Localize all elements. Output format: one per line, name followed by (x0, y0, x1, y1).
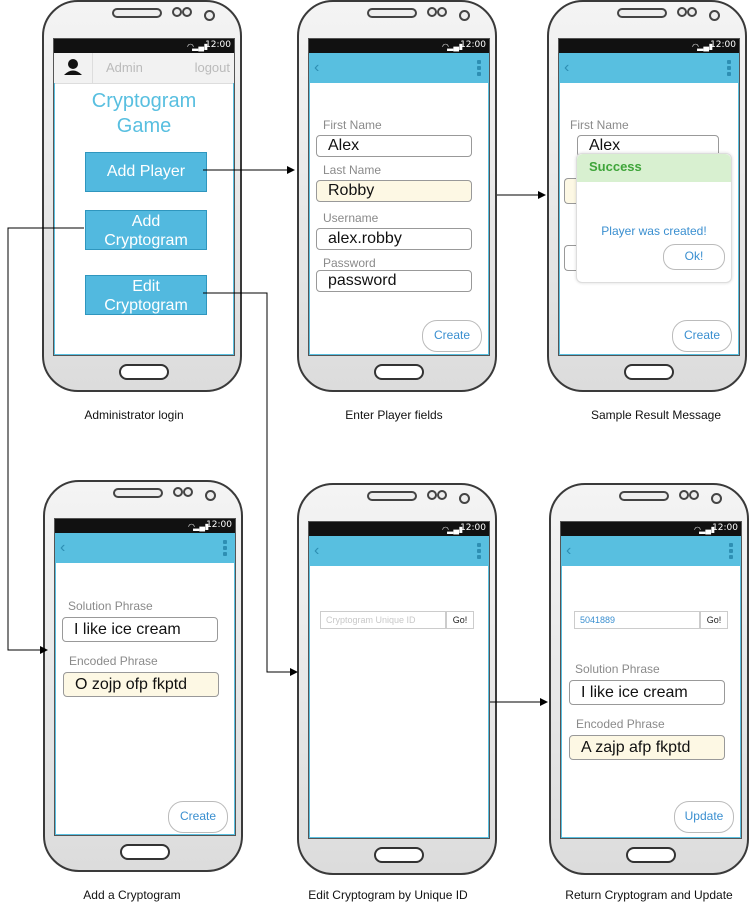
arrow-add-cryptogram-to-form (7, 227, 84, 654)
flow-connectors (7, 166, 548, 706)
arrow-edit-cryptogram-to-lookup (203, 292, 298, 676)
